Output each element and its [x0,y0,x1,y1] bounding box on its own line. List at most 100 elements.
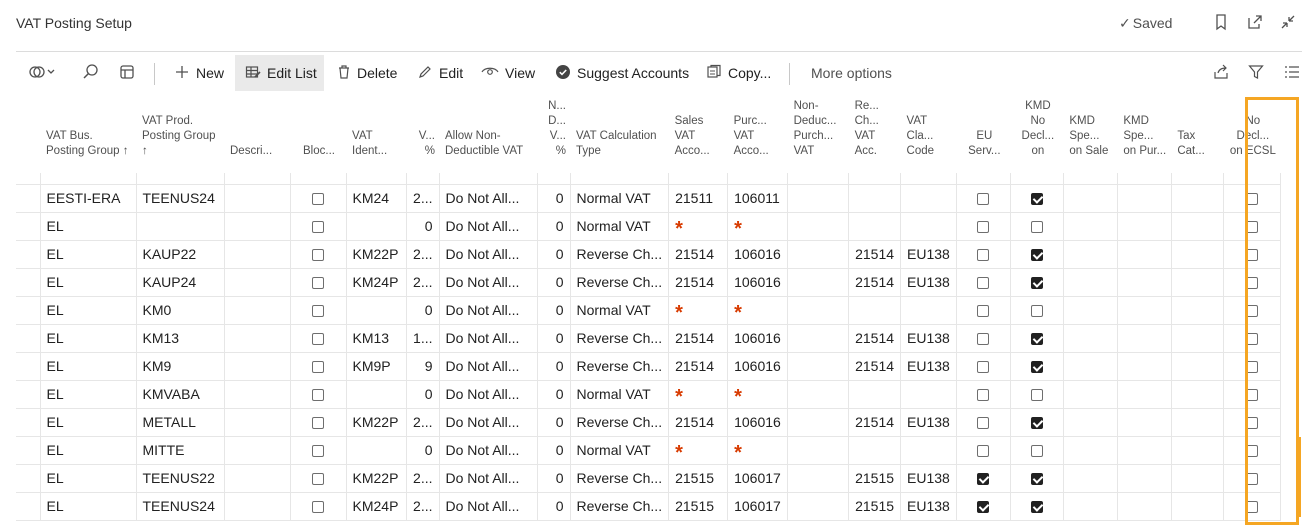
cell-ident[interactable] [346,296,407,325]
column-header-purch[interactable]: Purc... VAT Acco... [728,95,788,173]
table-row[interactable]: EL KM9 KM9P 9 Do Not All... 0 Reverse Ch... 215… [16,352,1281,381]
cell-clause[interactable]: EU138 [900,464,957,493]
cell-sales[interactable]: 21514 [668,268,729,297]
cell-sales[interactable]: 21515 [668,492,729,521]
cell-prod[interactable]: KM9 [136,352,225,381]
cell-kmdsale[interactable] [1063,296,1118,325]
cell-taxcat[interactable] [1171,492,1224,521]
kmdno-checkbox[interactable] [1030,333,1043,346]
cell-taxcat[interactable] [1171,240,1224,269]
cell-allow[interactable]: Do Not All... [439,184,538,213]
cell-allow[interactable]: Do Not All... [439,380,538,409]
cell-calc[interactable]: Reverse Ch... [570,492,670,521]
cell-vatpct[interactable]: 2... [406,184,440,213]
column-header-taxcat[interactable]: Tax Cat... [1171,95,1223,173]
column-header-allow[interactable]: Allow Non-Deductible VAT [439,95,537,173]
cell-kmdsale[interactable] [1063,436,1118,465]
cell-clause[interactable] [900,436,957,465]
cell-kmdsale[interactable] [1063,184,1118,213]
column-header-rev[interactable]: Re... Ch... VAT Acc. [849,95,901,173]
cell-ndpct[interactable]: 0 [537,352,571,381]
cell-sales[interactable]: 21514 [668,352,729,381]
cell-nondp[interactable] [787,184,850,213]
share-button[interactable] [1212,55,1232,91]
blocked-checkbox[interactable] [312,389,324,402]
cell-desc[interactable] [224,184,291,213]
filter-button[interactable] [1248,55,1268,91]
cell-clause[interactable]: EU138 [900,352,957,381]
cell-calc[interactable]: Reverse Ch... [570,408,670,437]
cell-rev[interactable]: 21514 [848,324,902,353]
more-options-button[interactable]: More options [811,55,901,91]
column-header-calc[interactable]: VAT Calculation Type [570,95,669,173]
table-row[interactable]: EL KAUP24 KM24P 2... Do Not All... 0 Reverse C… [16,268,1281,297]
blocked-checkbox[interactable] [312,445,324,458]
row-selector[interactable] [16,240,41,269]
cell-taxcat[interactable] [1171,268,1224,297]
column-header-bus[interactable]: VAT Bus. Posting Group ↑ [40,95,136,173]
table-row[interactable]: EL MITTE 0 Do Not All... 0 Normal VAT * * [16,436,1281,465]
column-header-kmdno[interactable]: KMD No Decl... on [1010,95,1063,173]
column-header-kmdpur[interactable]: KMD Spe... on Pur... [1117,95,1171,173]
table-row[interactable]: EL KMVABA 0 Do Not All... 0 Normal VAT * * [16,380,1281,409]
cell-kmdsale[interactable] [1063,212,1118,241]
table-row[interactable]: EESTI-ERA TEENUS24 KM24 2... Do Not All... 0 N… [16,184,1281,213]
kmdno-checkbox[interactable] [1030,501,1043,514]
blocked-checkbox[interactable] [312,277,324,290]
cell-kmdpur[interactable] [1117,268,1172,297]
cell-ident[interactable]: KM22P [346,408,407,437]
cell-desc[interactable] [224,464,291,493]
cell-desc[interactable] [224,436,291,465]
cell-rev[interactable]: 21514 [848,408,902,437]
cell-kmdsale[interactable] [1063,324,1118,353]
cell-kmdpur[interactable] [1117,212,1172,241]
cell-taxcat[interactable] [1171,436,1224,465]
row-selector[interactable] [16,296,41,325]
cell-allow[interactable]: Do Not All... [439,296,538,325]
cell-bus[interactable]: EL [40,408,137,437]
cell-ident[interactable]: KM24P [346,492,407,521]
ecsl-checkbox[interactable] [1245,445,1258,458]
cell-bus[interactable]: EL [40,324,137,353]
filter-view-menu[interactable] [28,55,66,91]
cell-clause[interactable] [900,212,957,241]
blocked-checkbox[interactable] [312,305,324,318]
ecsl-checkbox[interactable] [1245,361,1258,374]
cell-rev[interactable] [848,380,902,409]
view-button[interactable]: View [481,55,541,91]
cell-allow[interactable]: Do Not All... [439,464,538,493]
cell-ndpct[interactable]: 0 [537,436,571,465]
cell-calc[interactable]: Reverse Ch... [570,352,670,381]
cell-vatpct[interactable]: 0 [406,296,440,325]
cell-rev[interactable]: 21514 [848,240,902,269]
eu-checkbox[interactable] [977,445,990,458]
copy-button[interactable]: Copy... [706,55,776,91]
cell-purch[interactable]: 106016 [727,324,789,353]
cell-kmdpur[interactable] [1117,436,1172,465]
cell-bus[interactable]: EL [40,380,137,409]
cell-calc[interactable]: Normal VAT [570,296,670,325]
cell-clause[interactable]: EU138 [900,492,957,521]
scroll-indicator[interactable] [1299,437,1301,517]
cell-ident[interactable]: KM22P [346,464,407,493]
row-selector[interactable] [16,380,41,409]
eu-checkbox[interactable] [977,361,990,374]
cell-vatpct[interactable]: 2... [406,268,440,297]
ecsl-checkbox[interactable] [1245,389,1258,402]
cell-purch[interactable]: 106016 [727,408,789,437]
cell-calc[interactable]: Reverse Ch... [570,324,670,353]
cell-kmdpur[interactable] [1117,352,1172,381]
cell-ident[interactable]: KM24 [346,184,407,213]
analysis-mode-button[interactable] [119,55,139,91]
kmdno-checkbox[interactable] [1030,361,1043,374]
cell-bus[interactable]: EL [40,212,137,241]
blocked-checkbox[interactable] [312,361,324,374]
cell-ndpct[interactable]: 0 [537,268,571,297]
row-selector[interactable] [16,184,41,213]
cell-ndpct[interactable]: 0 [537,324,571,353]
cell-taxcat[interactable] [1171,408,1224,437]
open-new-window-icon[interactable] [1245,12,1265,32]
eu-checkbox[interactable] [977,333,990,346]
search-button[interactable] [82,55,102,91]
cell-ndpct[interactable]: 0 [537,408,571,437]
